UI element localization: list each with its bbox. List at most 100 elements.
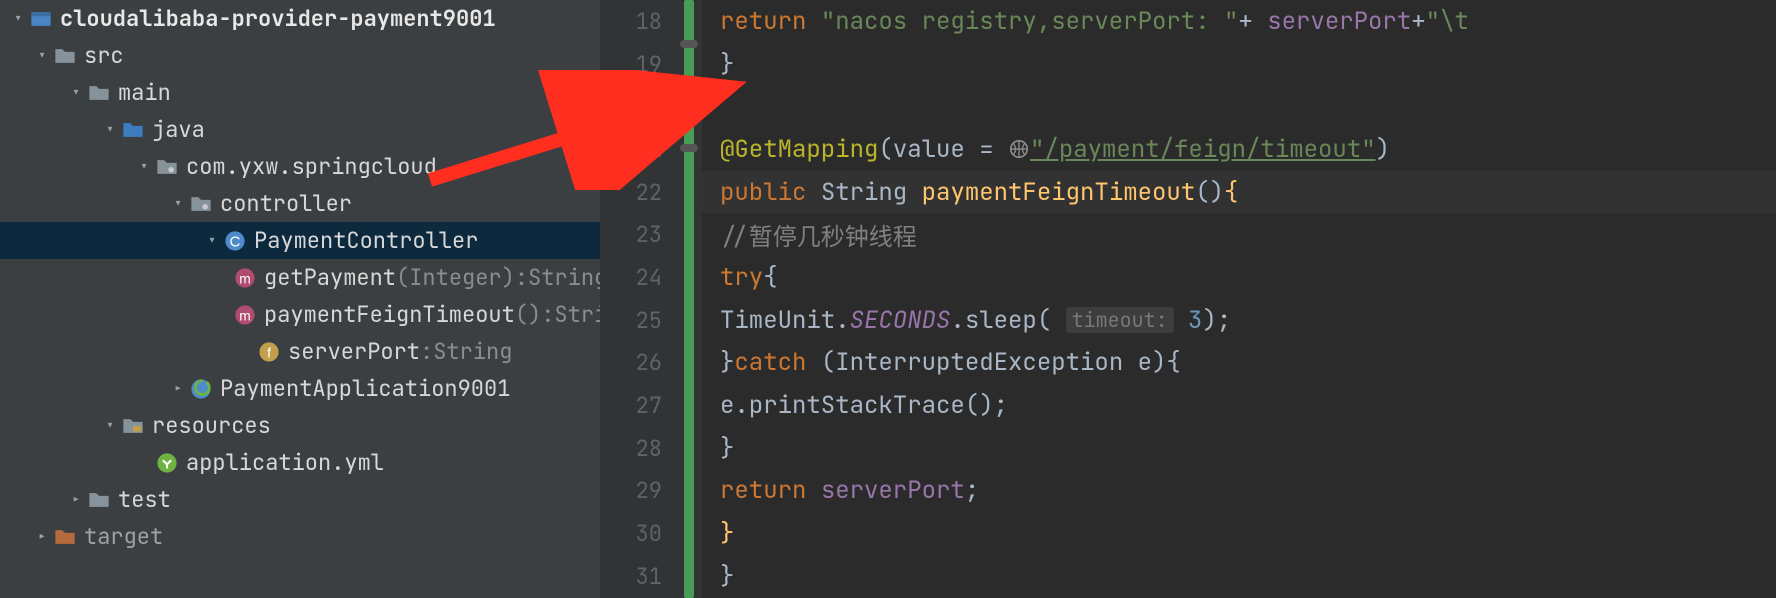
tree-node-folder[interactable]: src	[0, 37, 600, 74]
code-area[interactable]: return "nacos registry,serverPort: "+ se…	[702, 0, 1776, 598]
tree-node-method[interactable]: m getPayment(Integer):String	[0, 259, 600, 296]
package-icon	[190, 193, 212, 215]
code-line[interactable]: try{	[702, 256, 1776, 299]
tree-sig: ():String	[515, 300, 600, 329]
tree-label: java	[152, 115, 205, 144]
tree-node-package[interactable]: controller	[0, 185, 600, 222]
tree-node-field[interactable]: f serverPort:String	[0, 333, 600, 370]
chevron-down-icon[interactable]	[200, 230, 224, 251]
excluded-folder-icon	[54, 526, 76, 548]
tree-label: cloudalibaba-provider-payment9001	[60, 4, 496, 33]
param-hint: timeout:	[1066, 307, 1174, 333]
code-line[interactable]	[702, 85, 1776, 128]
fold-marker[interactable]	[680, 144, 698, 152]
code-line[interactable]: }	[702, 555, 1776, 598]
tree-node-class[interactable]: PaymentApplication9001	[0, 370, 600, 407]
svg-text:m: m	[239, 308, 250, 323]
method-icon: m	[234, 304, 256, 326]
spring-class-icon	[190, 378, 212, 400]
code-line[interactable]: }catch (InterruptedException e){	[702, 342, 1776, 385]
line-number: 30	[600, 512, 662, 555]
code-line[interactable]: e.printStackTrace();	[702, 384, 1776, 427]
code-line[interactable]: public String paymentFeignTimeout(){	[702, 171, 1776, 214]
tree-label: controller	[220, 189, 352, 218]
tree-node-folder[interactable]: target	[0, 518, 600, 555]
line-number: 23	[600, 213, 662, 256]
line-number: 26	[600, 342, 662, 385]
tree-label: com.yxw.springcloud	[186, 152, 437, 181]
line-number: 18	[600, 0, 662, 43]
tree-label: application.yml	[186, 448, 384, 477]
resources-folder-icon	[122, 415, 144, 437]
tree-label: PaymentApplication9001	[220, 374, 510, 403]
tree-label: getPayment	[264, 263, 396, 292]
code-line[interactable]: }	[702, 43, 1776, 86]
code-line[interactable]: //暂停几秒钟线程	[702, 213, 1776, 256]
code-line[interactable]: return serverPort;	[702, 470, 1776, 513]
code-line[interactable]: return "nacos registry,serverPort: "+ se…	[702, 0, 1776, 43]
tree-node-package[interactable]: com.yxw.springcloud	[0, 148, 600, 185]
source-folder-icon	[122, 119, 144, 141]
line-gutter: 18 19 20 21 22 23 24 25 26 27 28 29 30 3…	[600, 0, 676, 598]
line-number: 20	[600, 85, 662, 128]
svg-text:m: m	[239, 271, 250, 286]
vcs-strip	[676, 0, 702, 598]
line-number: 24	[600, 256, 662, 299]
chevron-right-icon[interactable]	[64, 489, 88, 510]
vcs-added-marker	[684, 0, 694, 598]
code-line[interactable]: TimeUnit.SECONDS.sleep( timeout: 3);	[702, 299, 1776, 342]
tree-label: main	[118, 78, 171, 107]
tree-node-src-folder[interactable]: java	[0, 111, 600, 148]
chevron-down-icon[interactable]	[64, 82, 88, 103]
chevron-down-icon[interactable]	[132, 156, 156, 177]
tree-node-resources[interactable]: resources	[0, 407, 600, 444]
tree-label: src	[84, 41, 124, 70]
code-line[interactable]: }	[702, 427, 1776, 470]
folder-icon	[88, 489, 110, 511]
tree-sig: (Integer):String	[396, 263, 600, 292]
tree-label: paymentFeignTimeout	[264, 300, 515, 329]
tree-label: target	[84, 522, 163, 551]
tree-node-folder[interactable]: main	[0, 74, 600, 111]
tree-label: resources	[152, 411, 271, 440]
tree-node-method[interactable]: m paymentFeignTimeout():String	[0, 296, 600, 333]
line-number: 28	[600, 427, 662, 470]
line-number: 27	[600, 384, 662, 427]
chevron-down-icon[interactable]	[6, 8, 30, 29]
tree-label: PaymentController	[254, 226, 478, 255]
svg-text:f: f	[267, 345, 271, 360]
line-number: 22	[600, 171, 662, 214]
line-number: 31	[600, 555, 662, 598]
line-number: 19	[600, 43, 662, 86]
module-icon	[30, 8, 52, 30]
folder-icon	[88, 82, 110, 104]
chevron-down-icon[interactable]	[98, 415, 122, 436]
tree-node-yml[interactable]: application.yml	[0, 444, 600, 481]
class-icon: C	[224, 230, 246, 252]
line-number: 21	[600, 128, 662, 171]
tree-label: serverPort	[288, 337, 420, 366]
tree-node-folder[interactable]: test	[0, 481, 600, 518]
tree-node-class[interactable]: C PaymentController	[0, 222, 600, 259]
code-editor[interactable]: 18 19 20 21 22 23 24 25 26 27 28 29 30 3…	[600, 0, 1776, 598]
line-number: 25	[600, 299, 662, 342]
tree-label: test	[118, 485, 171, 514]
tree-sig: :String	[420, 337, 512, 366]
line-number: 29	[600, 470, 662, 513]
project-tree[interactable]: cloudalibaba-provider-payment9001 src ma…	[0, 0, 600, 598]
ide-root: cloudalibaba-provider-payment9001 src ma…	[0, 0, 1776, 598]
chevron-down-icon[interactable]	[30, 45, 54, 66]
code-line[interactable]: }	[702, 512, 1776, 555]
svg-text:C: C	[230, 233, 241, 250]
chevron-down-icon[interactable]	[166, 193, 190, 214]
field-icon: f	[258, 341, 280, 363]
chevron-right-icon[interactable]	[166, 378, 190, 399]
chevron-right-icon[interactable]	[30, 526, 54, 547]
code-line[interactable]: @GetMapping(value = "/payment/feign/time…	[702, 128, 1776, 171]
fold-marker[interactable]	[680, 40, 698, 48]
method-icon: m	[234, 267, 256, 289]
tree-node-module[interactable]: cloudalibaba-provider-payment9001	[0, 0, 600, 37]
globe-icon[interactable]	[1008, 138, 1030, 160]
yml-icon	[156, 452, 178, 474]
chevron-down-icon[interactable]	[98, 119, 122, 140]
